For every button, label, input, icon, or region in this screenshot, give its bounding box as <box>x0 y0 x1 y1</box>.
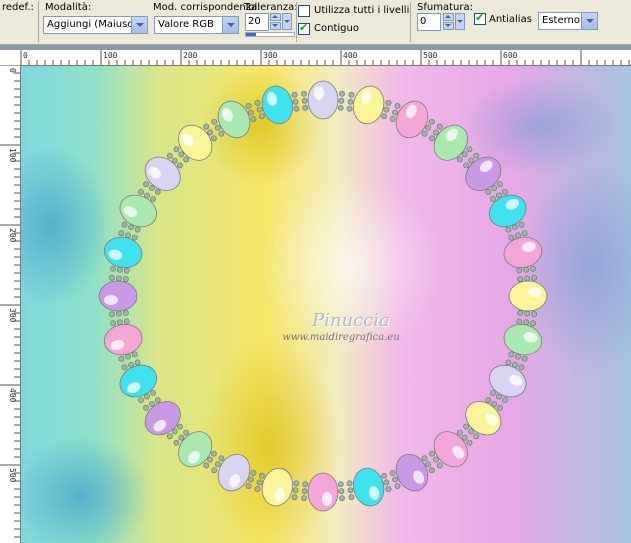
ruler-label: 0 <box>8 68 17 73</box>
spin-up-icon[interactable] <box>443 13 454 21</box>
ruler-ticks <box>20 50 630 65</box>
presets-label: redef.: <box>2 2 34 13</box>
ruler-label: 500 <box>8 468 17 483</box>
chevron-down-icon[interactable] <box>581 13 597 29</box>
tool-options-bar: redef.: Modalità: Aggiungi (Maiusc) Mod.… <box>0 0 631 45</box>
ruler-label: 200 <box>8 228 17 243</box>
antialias-label: Antialias <box>489 14 532 25</box>
separator <box>38 2 39 42</box>
tolerance-input[interactable]: 20 <box>245 13 269 31</box>
ruler-label: 100 <box>103 51 118 60</box>
ruler-label: 100 <box>8 148 17 163</box>
feather-label: Sfumatura: <box>417 2 473 13</box>
canvas-artwork <box>21 66 631 543</box>
antialias-checkbox[interactable] <box>474 11 486 25</box>
spin-down-icon[interactable] <box>270 22 281 30</box>
antialias-mode-select[interactable]: Esterno <box>538 12 598 30</box>
chevron-down-icon[interactable] <box>222 17 238 33</box>
ruler-label: 500 <box>423 51 438 60</box>
contiguous-checkbox[interactable] <box>298 21 310 35</box>
horizontal-ruler: 0 100 200 300 400 500 600 <box>0 50 631 66</box>
mode-select-value: Aggiungi (Maiusc) <box>47 19 137 30</box>
watermark-title: Pinuccia <box>312 310 390 331</box>
ruler-label: 300 <box>263 51 278 60</box>
image-canvas[interactable]: Pinuccia www.maidiregrafica.eu <box>21 66 631 543</box>
ruler-label: 600 <box>503 51 518 60</box>
ruler-label: 300 <box>8 308 17 323</box>
contiguous-label: Contiguo <box>314 23 359 34</box>
feather-input[interactable]: 0 <box>417 13 441 31</box>
feather-spinner[interactable] <box>443 13 465 31</box>
ruler-label: 400 <box>8 388 17 403</box>
match-mode-select[interactable]: Valore RGB <box>154 16 239 34</box>
chevron-down-icon[interactable] <box>455 13 465 30</box>
match-mode-select-value: Valore RGB <box>158 19 214 30</box>
vertical-ruler: 0 100 200 300 400 500 <box>0 65 21 543</box>
spin-up-icon[interactable] <box>270 13 281 21</box>
antialias-mode-value: Esterno <box>542 15 580 26</box>
tolerance-slider[interactable] <box>245 32 295 37</box>
ruler-label: 0 <box>23 51 28 60</box>
chevron-down-icon[interactable] <box>131 17 147 33</box>
tolerance-slider-fill <box>246 33 256 36</box>
mode-label: Modalità: <box>45 2 92 13</box>
watermark-url: www.maidiregrafica.eu <box>282 332 400 343</box>
chevron-down-icon[interactable] <box>282 13 292 30</box>
spin-down-icon[interactable] <box>443 22 454 30</box>
mode-select[interactable]: Aggiungi (Maiusc) <box>43 16 148 34</box>
tolerance-spinner[interactable] <box>270 13 292 31</box>
ruler-label: 200 <box>183 51 198 60</box>
separator <box>410 2 411 42</box>
separator <box>296 2 297 42</box>
ruler-label: 400 <box>343 51 358 60</box>
tolerance-label: Tolleranza: <box>244 2 298 13</box>
use-all-layers-checkbox[interactable] <box>298 5 310 17</box>
use-all-layers-label: Utilizza tutti i livelli <box>314 5 410 16</box>
